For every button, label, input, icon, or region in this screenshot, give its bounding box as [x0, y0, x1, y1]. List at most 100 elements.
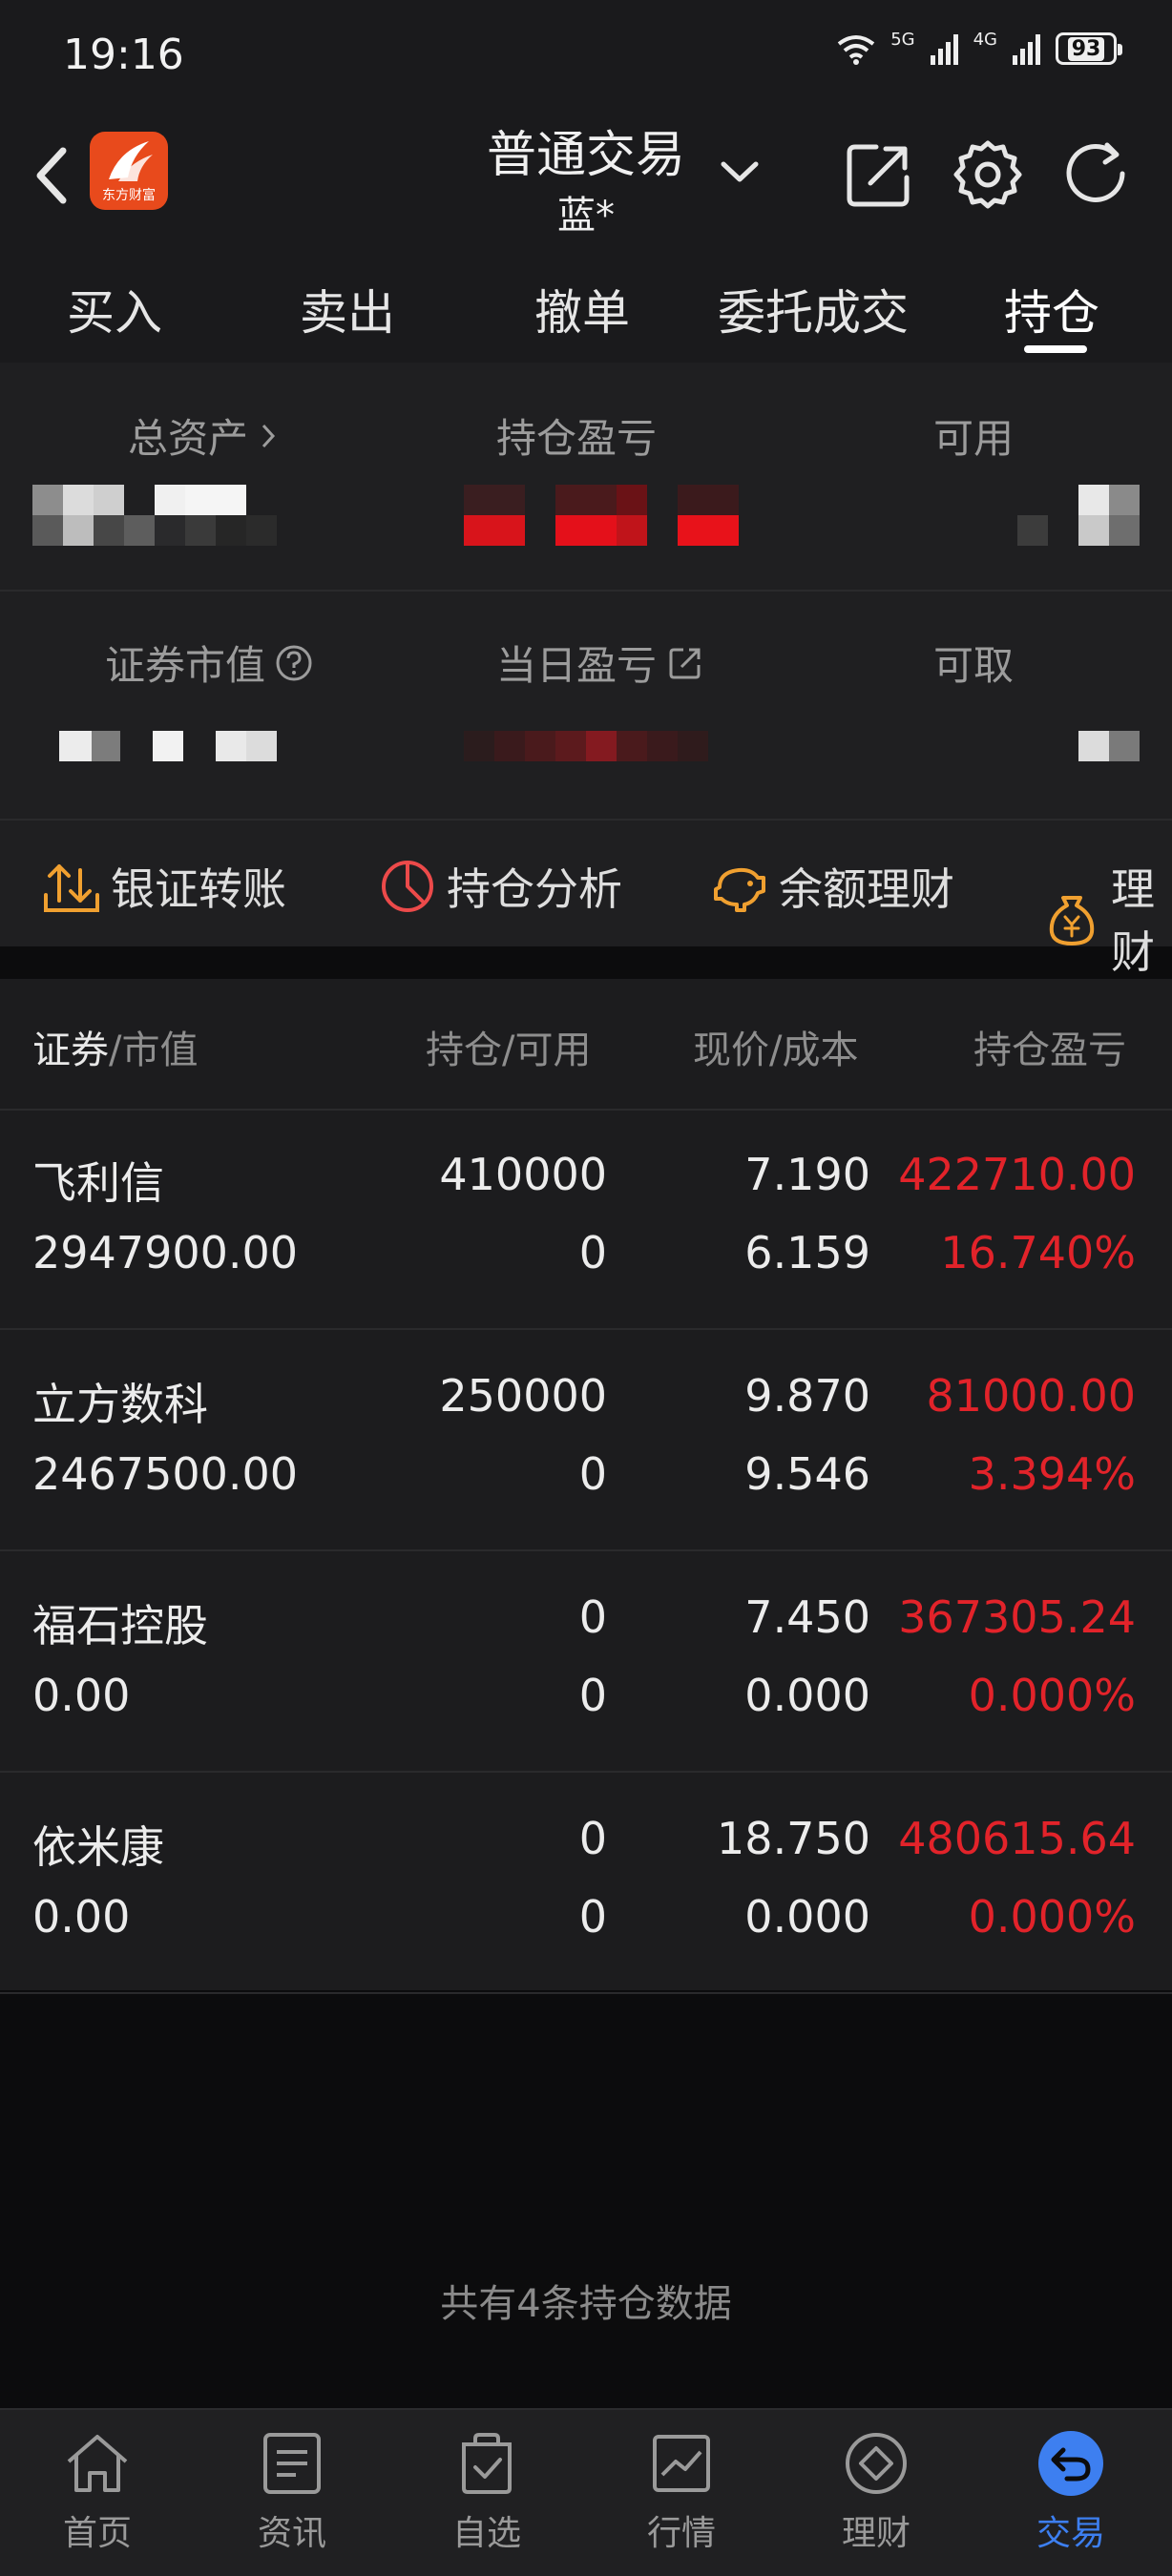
pl-amount-cell: 480615.64 — [898, 1813, 1136, 1864]
column-security: 证券/市值 — [32, 1028, 199, 1072]
market-value-cell: 0.00 — [32, 1891, 131, 1942]
tab-buy[interactable]: 买入 — [67, 275, 162, 343]
table-header: 证券/市值 持仓/可用 现价/成本 持仓盈亏 — [0, 979, 1172, 1111]
holdings-table: 证券/市值 持仓/可用 现价/成本 持仓盈亏 飞利信 2947900.00 41… — [0, 979, 1172, 1994]
external-link-icon — [669, 648, 701, 678]
account-switcher[interactable]: 普通交易 蓝* — [443, 114, 729, 239]
total-assets-value-obscured-2 — [32, 515, 277, 546]
quick-actions: 银证转账 持仓分析 余额理财 理财 — [0, 819, 1172, 978]
stock-name: 立方数科 — [32, 1379, 208, 1430]
quick-action-bank-transfer[interactable]: 银证转账 — [42, 855, 286, 918]
share-icon[interactable] — [842, 137, 916, 212]
quick-action-label: 理财 — [1111, 863, 1155, 978]
pl-percent-cell: 3.394% — [968, 1448, 1136, 1500]
network-type-a: 5G — [890, 29, 915, 50]
stock-name: 飞利信 — [32, 1157, 164, 1209]
table-row[interactable]: 立方数科 2467500.00 250000 0 9.870 9.546 810… — [0, 1332, 1172, 1551]
price-cell: 18.750 — [717, 1813, 870, 1864]
quick-action-wealth[interactable]: 理财 — [1042, 855, 1172, 981]
total-assets-value-obscured — [32, 485, 246, 515]
position-pl-label: 持仓盈亏 — [496, 415, 658, 462]
transfer-icon — [44, 864, 99, 912]
broker-logo: 东方财富 — [90, 132, 168, 210]
available-cell: 0 — [578, 1670, 607, 1721]
nav-label: 自选 — [451, 2514, 521, 2553]
market-value-cell: 0.00 — [32, 1670, 131, 1721]
daily-pl-obscured — [464, 731, 708, 761]
nav-watchlist[interactable]: 自选 — [410, 2427, 563, 2555]
position-cell: 250000 — [439, 1370, 607, 1422]
chevron-right-icon — [262, 424, 276, 447]
asset-summary: 总资产 持仓盈亏 可用 证券市值 当日盈亏 可取 银证转账 持仓分析 余额理财 … — [0, 363, 1172, 978]
pl-percent-cell: 0.000% — [968, 1670, 1136, 1721]
market-value-cell: 2947900.00 — [32, 1227, 299, 1278]
signal-icon-2 — [1013, 32, 1040, 65]
nav-label: 行情 — [646, 2514, 716, 2553]
position-pl-value-obscured — [464, 485, 739, 515]
available-cell: 0 — [578, 1448, 607, 1500]
pl-amount-cell: 422710.00 — [898, 1149, 1136, 1200]
system-indicators: 5G 4G 93 — [837, 29, 1122, 65]
column-position: 持仓/可用 — [426, 1028, 592, 1072]
nav-label: 资讯 — [257, 2514, 326, 2553]
finance-icon — [846, 2433, 907, 2494]
column-pl: 持仓盈亏 — [973, 1028, 1126, 1072]
cost-cell: 9.546 — [744, 1448, 870, 1500]
price-cell: 7.450 — [744, 1591, 870, 1643]
market-value: 证券市值 — [105, 634, 313, 692]
tab-cancel-order[interactable]: 撤单 — [534, 275, 630, 343]
available-label: 可用 — [933, 415, 1015, 462]
table-row[interactable]: 福石控股 0.00 0 0 7.450 0.000 367305.24 0.00… — [0, 1553, 1172, 1773]
table-row[interactable]: 依米康 0.00 0 0 18.750 0.000 480615.64 0.00… — [0, 1775, 1172, 1994]
pie-chart-icon — [382, 861, 433, 912]
daily-pl[interactable]: 当日盈亏 — [496, 634, 704, 692]
quick-action-position-analysis[interactable]: 持仓分析 — [378, 855, 622, 918]
quick-action-label: 持仓分析 — [447, 863, 622, 915]
battery-level: 93 — [1067, 36, 1105, 61]
nav-trade[interactable]: 交易 — [994, 2427, 1147, 2555]
available-cell: 0 — [578, 1227, 607, 1278]
page-title: 普通交易 — [486, 127, 685, 184]
status-time: 19:16 — [63, 31, 184, 79]
nav-news[interactable]: 资讯 — [216, 2427, 368, 2555]
available-value-obscured — [1078, 485, 1140, 515]
nav-market[interactable]: 行情 — [605, 2427, 758, 2555]
tab-sell[interactable]: 卖出 — [300, 275, 395, 343]
holdings-count-note: 共有4条持仓数据 — [440, 2282, 732, 2326]
withdrawable-obscured — [1078, 731, 1140, 761]
watchlist-icon — [462, 2433, 512, 2494]
tab-positions[interactable]: 持仓 — [1004, 275, 1099, 343]
news-icon — [263, 2433, 321, 2494]
stock-name: 福石控股 — [32, 1600, 208, 1652]
stock-name: 依米康 — [32, 1821, 164, 1873]
help-question-icon[interactable] — [275, 644, 313, 682]
refresh-icon[interactable] — [1059, 137, 1134, 212]
chevron-down-icon[interactable] — [718, 153, 762, 191]
withdrawable-label: 可取 — [933, 642, 1015, 689]
cost-cell: 0.000 — [744, 1670, 870, 1721]
battery-icon: 93 — [1056, 32, 1122, 65]
price-cell: 9.870 — [744, 1370, 870, 1422]
position-cell: 0 — [578, 1591, 607, 1643]
status-bar: 19:16 5G 4G 93 — [0, 0, 1172, 105]
position-cell: 0 — [578, 1813, 607, 1864]
settings-gear-icon[interactable] — [951, 137, 1025, 212]
position-pl: 持仓盈亏 — [496, 406, 657, 465]
quick-action-balance-finance[interactable]: 余额理财 — [710, 855, 954, 918]
money-bag-icon — [1049, 896, 1095, 945]
daily-pl-label: 当日盈亏 — [496, 642, 658, 689]
back-icon[interactable] — [25, 137, 82, 214]
price-cell: 7.190 — [744, 1149, 870, 1200]
nav-label: 理财 — [841, 2514, 910, 2553]
piggy-bank-icon — [714, 867, 765, 912]
nav-home[interactable]: 首页 — [21, 2427, 174, 2555]
available-value-obscured-2 — [1017, 515, 1140, 546]
tab-orders-fills[interactable]: 委托成交 — [718, 275, 909, 343]
table-row[interactable]: 飞利信 2947900.00 410000 0 7.190 6.159 4227… — [0, 1111, 1172, 1330]
nav-finance[interactable]: 理财 — [800, 2427, 952, 2555]
position-pl-value-obscured-2 — [464, 515, 739, 546]
account-name: 蓝* — [557, 194, 615, 238]
position-cell: 410000 — [439, 1149, 607, 1200]
total-assets[interactable]: 总资产 — [128, 406, 279, 465]
pl-amount-cell: 81000.00 — [926, 1370, 1137, 1422]
